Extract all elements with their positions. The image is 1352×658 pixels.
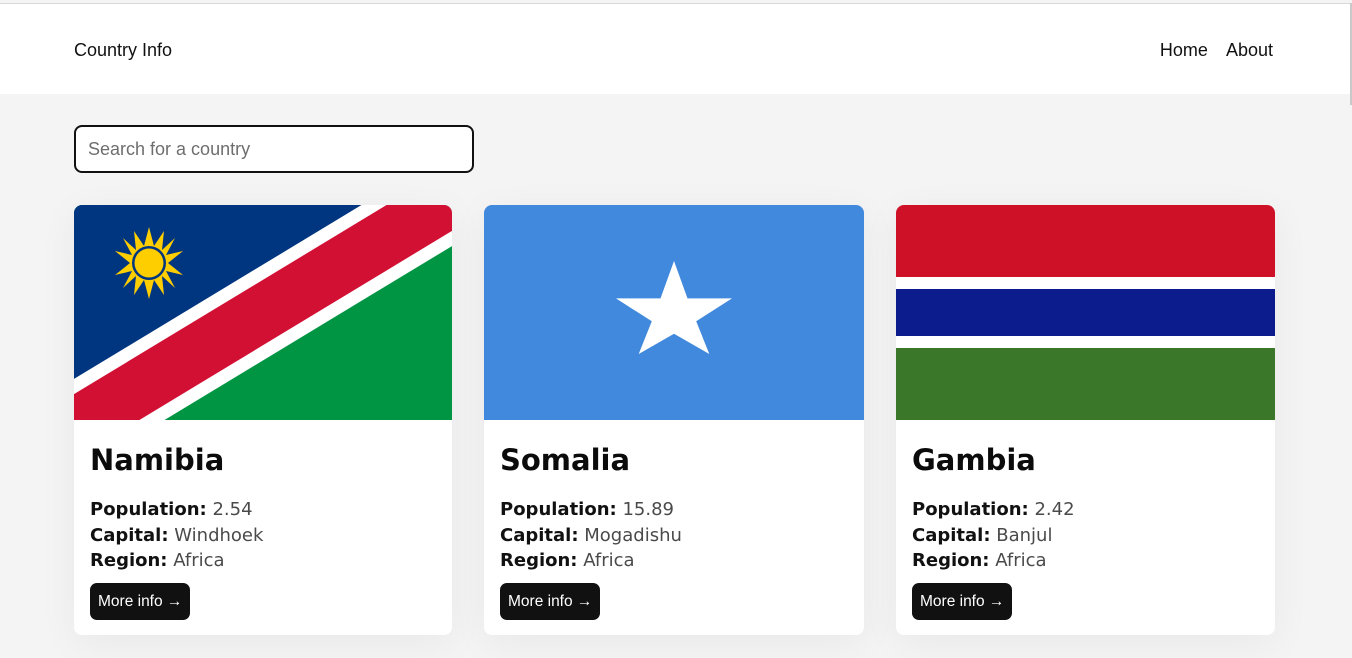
capital-value: Mogadishu: [584, 524, 682, 546]
region-value: Africa: [583, 550, 635, 571]
population-label: Population:: [912, 499, 1029, 520]
main-nav: Home About: [1147, 40, 1273, 61]
population-label: Population:: [500, 499, 617, 520]
population-label: Population:: [90, 499, 207, 520]
capital-label: Capital:: [90, 524, 169, 546]
region-value: Africa: [995, 550, 1047, 571]
country-name: Gambia: [912, 443, 1036, 477]
population-row: Population: 15.89: [500, 497, 848, 523]
gambia-flag-image: [896, 205, 1275, 420]
capital-value: Banjul: [996, 524, 1053, 546]
search-input[interactable]: [74, 125, 474, 173]
brand-title[interactable]: Country Info: [74, 40, 172, 61]
card-body: Gambia Population: 2.42 Capital: Banjul …: [912, 443, 1259, 574]
country-card-namibia: Namibia Population: 2.54 Capital: Windho…: [74, 205, 452, 635]
site-header: Country Info Home About: [0, 4, 1350, 94]
population-value: 15.89: [622, 499, 674, 520]
region-row: Region: Africa: [90, 548, 436, 574]
capital-row: Capital: Mogadishu: [500, 523, 848, 549]
region-row: Region: Africa: [912, 548, 1259, 574]
population-row: Population: 2.54: [90, 497, 436, 523]
region-value: Africa: [173, 550, 225, 571]
capital-row: Capital: Banjul: [912, 523, 1259, 549]
country-name: Namibia: [90, 443, 225, 477]
population-value: 2.54: [212, 499, 253, 520]
population-value: 2.42: [1034, 499, 1075, 520]
more-info-button[interactable]: More info →: [500, 583, 601, 620]
capital-label: Capital:: [912, 524, 991, 546]
country-name: Somalia: [500, 443, 631, 477]
capital-label: Capital:: [500, 524, 579, 546]
namibia-flag-image: [74, 205, 452, 420]
country-card-somalia: Somalia Population: 15.89 Capital: Mogad…: [484, 205, 864, 635]
country-card-gambia: Gambia Population: 2.42 Capital: Banjul …: [896, 205, 1275, 635]
more-info-button[interactable]: More info →: [912, 583, 1013, 620]
nav-home-link[interactable]: Home: [1160, 40, 1208, 60]
somalia-flag-image: [484, 205, 864, 420]
region-label: Region:: [912, 550, 990, 571]
capital-row: Capital: Windhoek: [90, 523, 436, 549]
card-body: Somalia Population: 15.89 Capital: Mogad…: [500, 443, 848, 574]
capital-value: Windhoek: [174, 524, 264, 546]
population-row: Population: 2.42: [912, 497, 1259, 523]
region-label: Region:: [500, 550, 578, 571]
nav-about-link[interactable]: About: [1226, 40, 1273, 60]
card-body: Namibia Population: 2.54 Capital: Windho…: [90, 443, 436, 574]
region-row: Region: Africa: [500, 548, 848, 574]
region-label: Region:: [90, 550, 168, 571]
more-info-button[interactable]: More info →: [90, 583, 191, 620]
